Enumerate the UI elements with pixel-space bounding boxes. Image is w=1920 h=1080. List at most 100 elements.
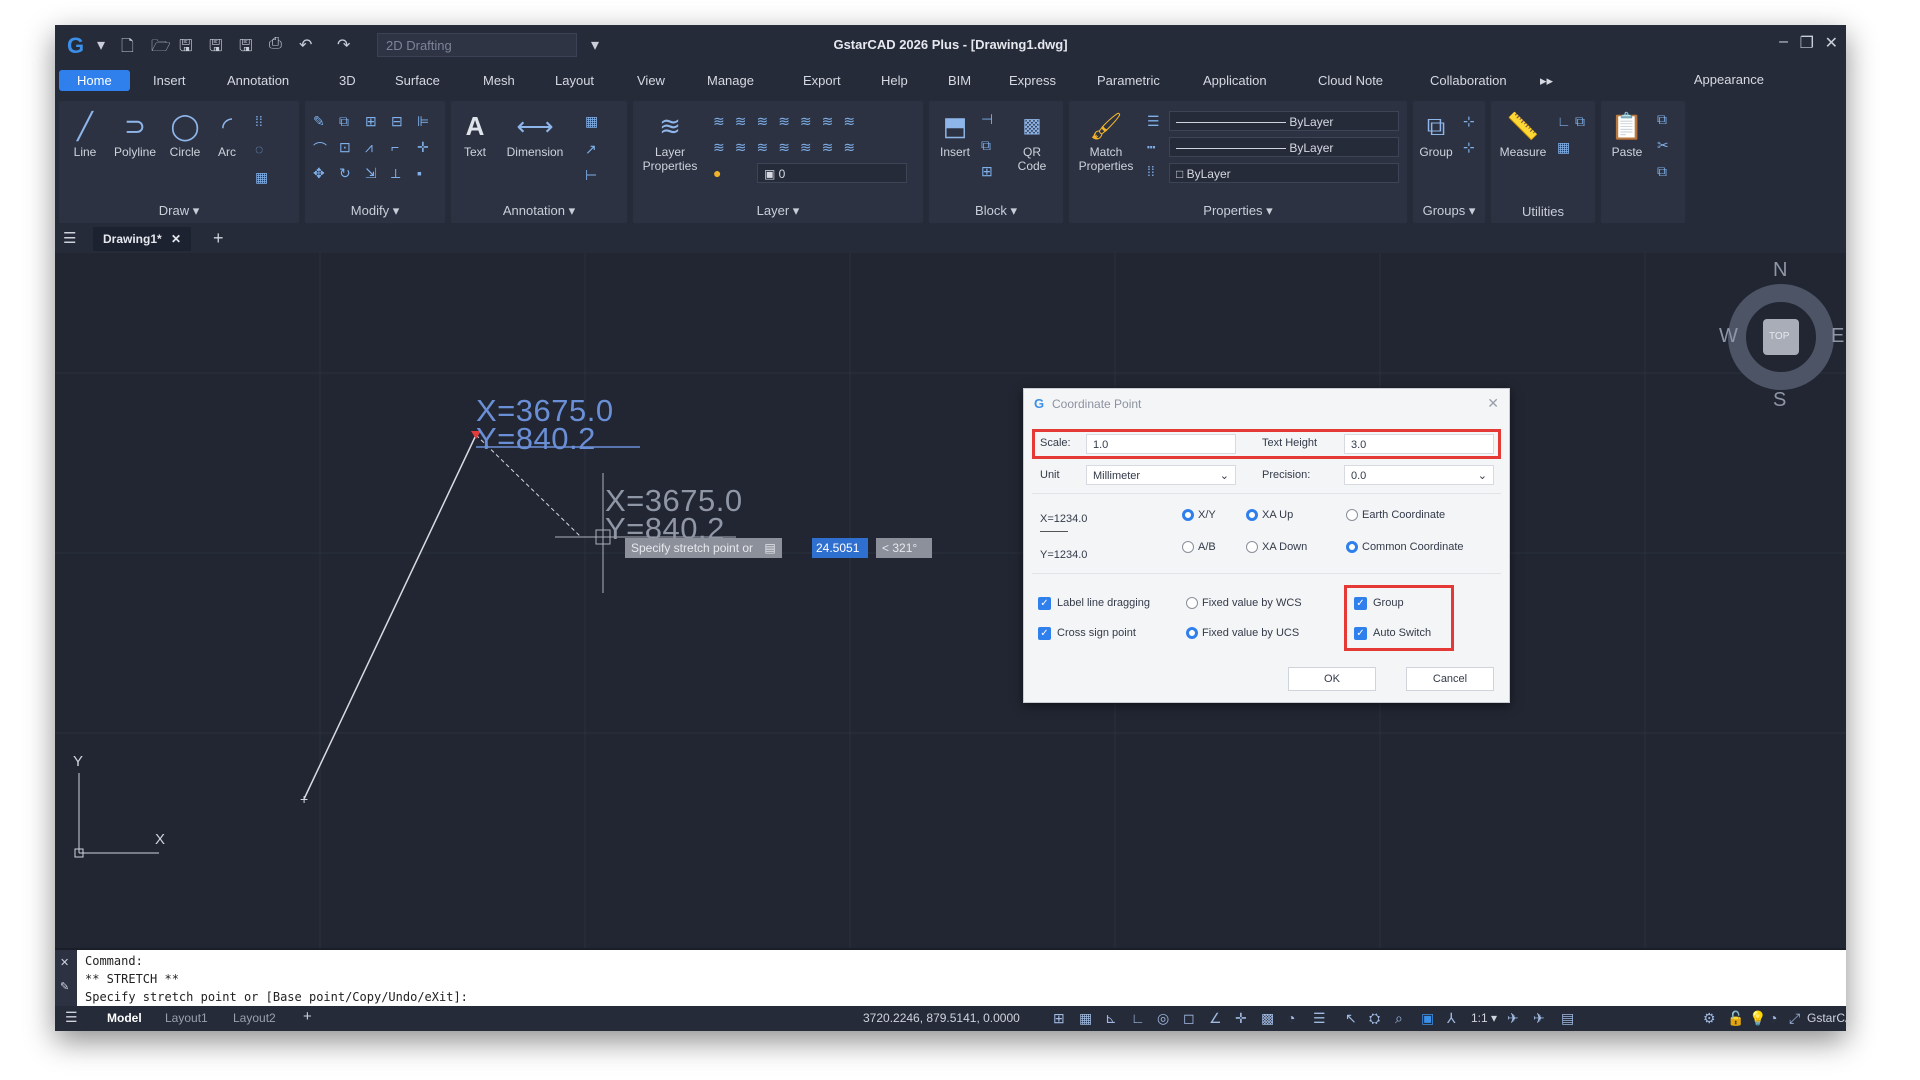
- hardware-accel-icon[interactable]: ◔: [1769, 1010, 1777, 1026]
- ungroup-icon[interactable]: ⊹: [1463, 113, 1475, 130]
- unit-select[interactable]: Millimeter ⌄: [1086, 465, 1236, 485]
- block-panel-label[interactable]: Block ▾: [929, 203, 1063, 219]
- block-edit-icon[interactable]: ⊣: [981, 111, 993, 128]
- fixed-ucs-label[interactable]: Fixed value by UCS: [1202, 627, 1299, 639]
- dynamic-input-icon[interactable]: ▩: [1261, 1010, 1274, 1027]
- add-layout-icon[interactable]: +: [303, 1008, 312, 1025]
- scale-icon[interactable]: ⊡: [339, 139, 351, 156]
- close-tab-icon[interactable]: ✕: [171, 232, 181, 246]
- block-create-icon[interactable]: ⧉: [981, 137, 991, 154]
- mirror-icon[interactable]: ⩘: [365, 139, 373, 156]
- more-tabs-icon[interactable]: ▸▸: [1540, 73, 1553, 89]
- zoom-icon[interactable]: ⌕: [1395, 1010, 1403, 1027]
- close-icon[interactable]: ✕: [1825, 33, 1838, 53]
- radio-xy-label[interactable]: X/Y: [1198, 509, 1216, 521]
- checkbox-cross-sign-point[interactable]: ✓: [1038, 627, 1051, 640]
- extend-icon[interactable]: ⟂: [391, 165, 400, 182]
- properties-panel-label[interactable]: Properties ▾: [1069, 203, 1407, 219]
- precision-select[interactable]: 0.0 ⌄: [1344, 465, 1494, 485]
- dynamic-input-angle[interactable]: < 321°: [876, 538, 932, 558]
- polar-icon[interactable]: ◎: [1157, 1010, 1169, 1027]
- tab-layout[interactable]: Layout: [555, 73, 594, 88]
- tab-parametric[interactable]: Parametric: [1097, 73, 1160, 88]
- annotation-panel-label[interactable]: Annotation ▾: [451, 203, 627, 219]
- infer-icon[interactable]: ⊾: [1105, 1010, 1117, 1027]
- command-close-icon[interactable]: ✕: [60, 956, 69, 969]
- arc-tool[interactable]: ◜ Arc: [209, 111, 245, 159]
- dimension-tool[interactable]: ⟷ Dimension: [499, 111, 571, 159]
- tab-annotation[interactable]: Annotation: [227, 73, 289, 88]
- compass-west[interactable]: W: [1719, 325, 1738, 348]
- radio-common-coordinate[interactable]: [1346, 541, 1358, 553]
- radio-xa-down[interactable]: [1246, 541, 1258, 553]
- explode-icon[interactable]: ✛: [417, 139, 429, 156]
- move-icon[interactable]: ✥: [313, 165, 325, 182]
- tab-insert[interactable]: Insert: [153, 73, 186, 88]
- point-icon[interactable]: ⁞⁞: [255, 113, 263, 129]
- match-properties-tool[interactable]: 🖌 Match Properties: [1073, 111, 1139, 173]
- tab-drawing1[interactable]: Drawing1* ✕: [93, 227, 192, 251]
- lock-icon[interactable]: 🔓: [1727, 1010, 1744, 1027]
- compass-north[interactable]: N: [1773, 259, 1787, 282]
- auto-switch-label[interactable]: Auto Switch: [1373, 627, 1431, 639]
- appearance-menu[interactable]: Appearance: [1694, 72, 1764, 87]
- layout-menu-icon[interactable]: ☰: [65, 1009, 78, 1026]
- tab-express[interactable]: Express: [1009, 73, 1056, 88]
- id-point-icon[interactable]: ∟: [1557, 113, 1571, 129]
- ortho-icon[interactable]: ∟: [1131, 1010, 1145, 1026]
- tab-model[interactable]: Model: [107, 1011, 142, 1025]
- modify-panel-label[interactable]: Modify ▾: [305, 203, 445, 219]
- layer-panel-label[interactable]: Layer ▾: [633, 203, 923, 219]
- prompt-options-icon[interactable]: ▤: [764, 541, 775, 555]
- radio-ab[interactable]: [1182, 541, 1194, 553]
- tab-view[interactable]: View: [637, 73, 665, 88]
- group-tool[interactable]: ⧉ Group: [1415, 111, 1457, 159]
- tab-collaboration[interactable]: Collaboration: [1430, 73, 1507, 88]
- tab-layout1[interactable]: Layout1: [165, 1011, 208, 1025]
- cross-sign-point-label[interactable]: Cross sign point: [1057, 627, 1136, 639]
- radio-fixed-wcs[interactable]: [1186, 597, 1198, 609]
- linetype-dropdown[interactable]: ByLayer: [1169, 137, 1399, 157]
- drawing-canvas[interactable]: + X=3675.0 Y=840.2 X=3675.0 Y=840.2 Y X …: [55, 253, 1846, 948]
- copy-base-icon[interactable]: ⧉: [1657, 163, 1667, 180]
- otrack-icon[interactable]: ∠: [1209, 1010, 1222, 1027]
- line-tool[interactable]: ╱ Line: [67, 111, 103, 159]
- text-tool[interactable]: A Text: [457, 111, 493, 159]
- radio-earth-label[interactable]: Earth Coordinate: [1362, 509, 1445, 521]
- annotation-visibility-icon[interactable]: ✈: [1507, 1010, 1519, 1027]
- cancel-button[interactable]: Cancel: [1406, 667, 1494, 691]
- command-settings-icon[interactable]: ✎: [60, 980, 69, 993]
- hamburger-menu-icon[interactable]: ☰: [63, 229, 76, 247]
- isolate-icon[interactable]: 💡: [1749, 1010, 1766, 1027]
- stretch-icon[interactable]: ⇲: [365, 165, 377, 182]
- copy-clip-icon[interactable]: ⧉: [1657, 111, 1667, 128]
- fixed-wcs-label[interactable]: Fixed value by WCS: [1202, 597, 1302, 609]
- snap-icon[interactable]: ▦: [1079, 1010, 1092, 1027]
- compass-south[interactable]: S: [1773, 389, 1786, 412]
- qr-code-tool[interactable]: ▩ QR Code: [1007, 111, 1057, 173]
- fillet-icon[interactable]: ⌐: [391, 139, 399, 155]
- tab-help[interactable]: Help: [881, 73, 908, 88]
- selection-cycling-icon[interactable]: ↖: [1345, 1010, 1357, 1027]
- layer-tools-row2-icon[interactable]: ≋≋≋≋≋≋≋: [713, 139, 865, 156]
- dynamic-input-distance[interactable]: 24.5051: [812, 538, 868, 558]
- osnap-icon[interactable]: ◻: [1183, 1010, 1195, 1027]
- array-icon[interactable]: ⊞: [365, 113, 377, 130]
- color-dropdown[interactable]: □ ByLayer: [1169, 163, 1399, 183]
- checkbox-label-line-dragging[interactable]: ✓: [1038, 597, 1051, 610]
- table-icon[interactable]: ▦: [585, 113, 598, 130]
- viewcube-top-label[interactable]: TOP: [1769, 331, 1789, 342]
- block-attr-icon[interactable]: ⊞: [981, 163, 993, 180]
- layer-tools-row1-icon[interactable]: ≋≋≋≋≋≋≋: [713, 113, 865, 130]
- auto-scale-icon[interactable]: ✈: [1533, 1010, 1545, 1027]
- calculator-icon[interactable]: ▦: [1557, 139, 1570, 156]
- text-height-input[interactable]: 3.0: [1344, 434, 1494, 454]
- radio-xa-down-label[interactable]: XA Down: [1262, 541, 1307, 553]
- linetype-icon[interactable]: ┅: [1147, 139, 1155, 156]
- ellipse-icon[interactable]: ◌: [255, 141, 263, 157]
- command-prompt[interactable]: Specify stretch point or [Base point/Cop…: [85, 990, 468, 1004]
- dialog-close-icon[interactable]: ✕: [1487, 395, 1499, 412]
- label-line-dragging-label[interactable]: Label line dragging: [1057, 597, 1150, 609]
- restore-icon[interactable]: ❐: [1800, 33, 1814, 53]
- measure-tool[interactable]: 📏 Measure: [1495, 111, 1551, 159]
